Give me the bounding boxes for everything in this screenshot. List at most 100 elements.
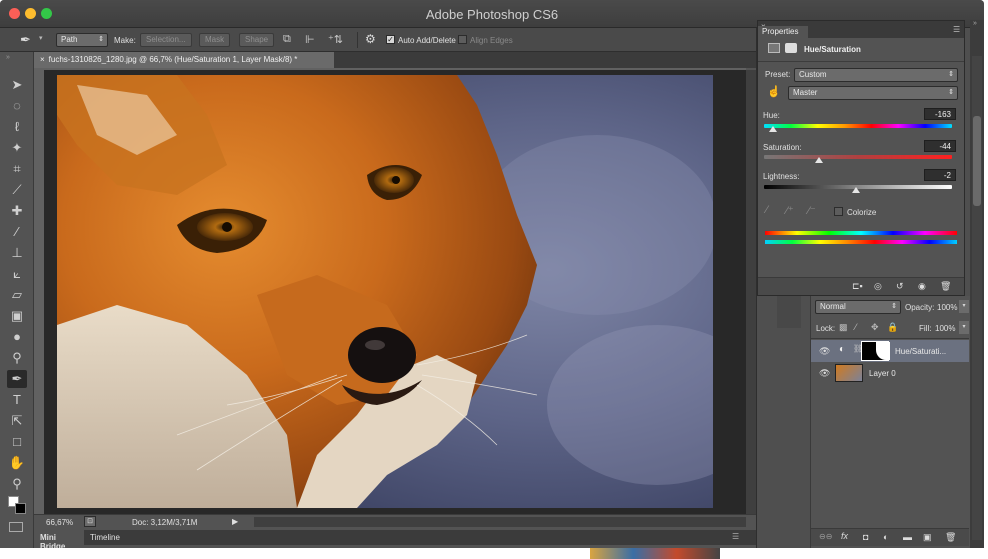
add-mask-icon[interactable]: ◘: [863, 532, 868, 542]
make-mask-button[interactable]: Mask: [199, 33, 231, 47]
lasso-tool-icon[interactable]: ℓ: [7, 118, 27, 136]
zoom-tool-icon[interactable]: ⚲: [7, 475, 27, 493]
eye-icon[interactable]: 👁: [819, 346, 830, 357]
move-tool-icon[interactable]: ➤: [7, 76, 27, 94]
colorize-checkbox[interactable]: [834, 207, 843, 216]
fx-icon[interactable]: fx: [841, 531, 848, 541]
adjustment-icon[interactable]: [768, 43, 780, 53]
document-image[interactable]: [57, 75, 713, 508]
clip-to-layer-icon[interactable]: ⊏▪: [852, 281, 863, 292]
eraser-tool-icon[interactable]: ▱: [7, 286, 27, 304]
dodge-tool-icon[interactable]: ⚲: [7, 349, 27, 367]
view-previous-icon[interactable]: ◎: [874, 281, 882, 292]
close-tab-icon[interactable]: ×: [40, 55, 45, 64]
brush-tool-icon[interactable]: ⁄: [7, 223, 27, 241]
saturation-value-field[interactable]: -44: [924, 140, 956, 152]
lock-pixels-icon[interactable]: ⁄: [855, 322, 857, 332]
hue-slider-thumb[interactable]: [769, 126, 778, 132]
zoom-level[interactable]: 66,67%: [46, 518, 73, 527]
tool-mode-select[interactable]: Path ⇕: [56, 33, 108, 47]
saturation-slider-thumb[interactable]: [814, 157, 823, 163]
new-adjustment-icon[interactable]: ◐: [883, 532, 888, 542]
preset-select[interactable]: Custom ⇕: [794, 68, 958, 82]
targeted-adjustment-hand-icon[interactable]: ☝: [767, 85, 781, 98]
blur-tool-icon[interactable]: ●: [7, 328, 27, 346]
saturation-label: Saturation:: [763, 143, 802, 152]
path-alignment-icon[interactable]: ⊩: [305, 33, 315, 46]
opacity-dropdown-icon[interactable]: ▾: [959, 300, 969, 313]
layer-mask-thumbnail[interactable]: [861, 341, 890, 361]
dock-expand-icon[interactable]: »: [973, 20, 977, 27]
pen-tool-button-icon[interactable]: ✒: [7, 370, 27, 388]
new-layer-icon[interactable]: ▣: [923, 532, 932, 543]
fill-value[interactable]: 100%: [935, 324, 955, 333]
panel-options-icon[interactable]: ☰: [953, 25, 960, 34]
preset-label: Preset:: [765, 70, 791, 79]
layer-row-layer-0[interactable]: 👁 Layer 0: [811, 362, 969, 384]
gear-icon[interactable]: ⚙: [365, 32, 376, 46]
healing-brush-tool-icon[interactable]: ✚: [7, 202, 27, 220]
path-operations-icon[interactable]: ⧉: [283, 33, 291, 46]
make-shape-button[interactable]: Shape: [239, 33, 275, 47]
lightness-value-field[interactable]: -2: [924, 169, 956, 181]
eyedropper-minus-icon[interactable]: ⁄⁻: [808, 204, 816, 217]
path-selection-tool-icon[interactable]: ⇱: [7, 412, 27, 430]
lightness-slider-thumb[interactable]: [852, 187, 861, 193]
dock-scroll-thumb[interactable]: [973, 116, 981, 206]
align-edges-checkbox[interactable]: [458, 35, 467, 44]
tab-mini-bridge[interactable]: Mini Bridge: [34, 530, 84, 548]
background-color-swatch[interactable]: [15, 503, 26, 514]
saturation-slider-track[interactable]: [764, 155, 952, 159]
layer-name: Hue/Saturati...: [895, 347, 947, 356]
pen-tool-icon[interactable]: ✒: [20, 32, 31, 48]
new-group-icon[interactable]: ▬: [903, 532, 912, 542]
reset-icon[interactable]: ↺: [896, 281, 904, 292]
document-tab[interactable]: × fuchs-1310826_1280.jpg @ 66,7% (Hue/Sat…: [34, 52, 334, 68]
eyedropper-icon[interactable]: ⁄: [766, 204, 768, 216]
hue-slider-track[interactable]: [764, 124, 952, 128]
eye-icon[interactable]: 👁: [819, 368, 830, 379]
mask-icon[interactable]: [785, 43, 797, 53]
trash-icon[interactable]: 🗑: [940, 281, 951, 292]
tab-timeline[interactable]: Timeline: [90, 533, 120, 542]
status-menu-arrow-icon[interactable]: ▶: [232, 517, 238, 526]
dock-scrollbar[interactable]: [972, 56, 982, 540]
clone-stamp-tool-icon[interactable]: ⊥: [7, 244, 27, 262]
channel-select[interactable]: Master ⇕: [788, 86, 958, 100]
layer-thumbnail: [835, 364, 863, 382]
vertical-scrollbar[interactable]: [746, 70, 756, 514]
type-tool-icon[interactable]: T: [7, 391, 27, 409]
auto-add-delete-checkbox[interactable]: ✓: [386, 35, 395, 44]
vertical-ruler: [34, 70, 44, 514]
lock-all-icon[interactable]: 🔒: [887, 322, 898, 333]
tool-preset-dropdown-icon[interactable]: ▾: [39, 34, 43, 42]
blend-mode-select[interactable]: Normal ⇕: [815, 300, 901, 314]
crop-tool-icon[interactable]: ⌗: [7, 160, 27, 178]
make-selection-button[interactable]: Selection...: [140, 33, 192, 47]
lock-position-icon[interactable]: ✥: [871, 322, 879, 333]
horizontal-scrollbar[interactable]: [254, 517, 746, 527]
hue-value-field[interactable]: -163: [924, 108, 956, 120]
history-brush-tool-icon[interactable]: ⟀: [7, 265, 27, 283]
marquee-tool-icon[interactable]: ◌: [7, 97, 27, 115]
panel-menu-icon[interactable]: ☰: [732, 532, 739, 541]
trash-icon[interactable]: 🗑: [945, 532, 956, 543]
path-arrangement-icon[interactable]: ⁺⇅: [328, 33, 343, 46]
quick-mask-icon[interactable]: [9, 522, 23, 532]
link-layers-icon[interactable]: ⊖⊖: [819, 532, 832, 541]
layer-row-hue-saturation[interactable]: 👁 ◐ ⛓ Hue/Saturati...: [811, 340, 969, 362]
status-export-icon[interactable]: ⊡: [84, 516, 96, 527]
eyedropper-tool-icon[interactable]: ⟋: [7, 181, 27, 199]
lock-transparency-icon[interactable]: ▩: [839, 322, 848, 333]
shape-tool-icon[interactable]: □: [7, 433, 27, 451]
opacity-value[interactable]: 100%: [937, 303, 957, 312]
magic-wand-tool-icon[interactable]: ✦: [7, 139, 27, 157]
layers-panel: Normal ⇕ Opacity: 100% ▾ Lock: ▩ ⁄ ✥ 🔒 F…: [810, 296, 970, 548]
tab-properties[interactable]: Properties: [758, 26, 808, 38]
panel-collapse-icon[interactable]: »: [6, 54, 10, 61]
hand-tool-icon[interactable]: ✋: [7, 454, 27, 472]
fill-dropdown-icon[interactable]: ▾: [959, 321, 969, 334]
eyedropper-plus-icon[interactable]: ⁄⁺: [786, 204, 794, 217]
visibility-icon[interactable]: ◉: [918, 281, 926, 292]
gradient-tool-icon[interactable]: ▣: [7, 307, 27, 325]
